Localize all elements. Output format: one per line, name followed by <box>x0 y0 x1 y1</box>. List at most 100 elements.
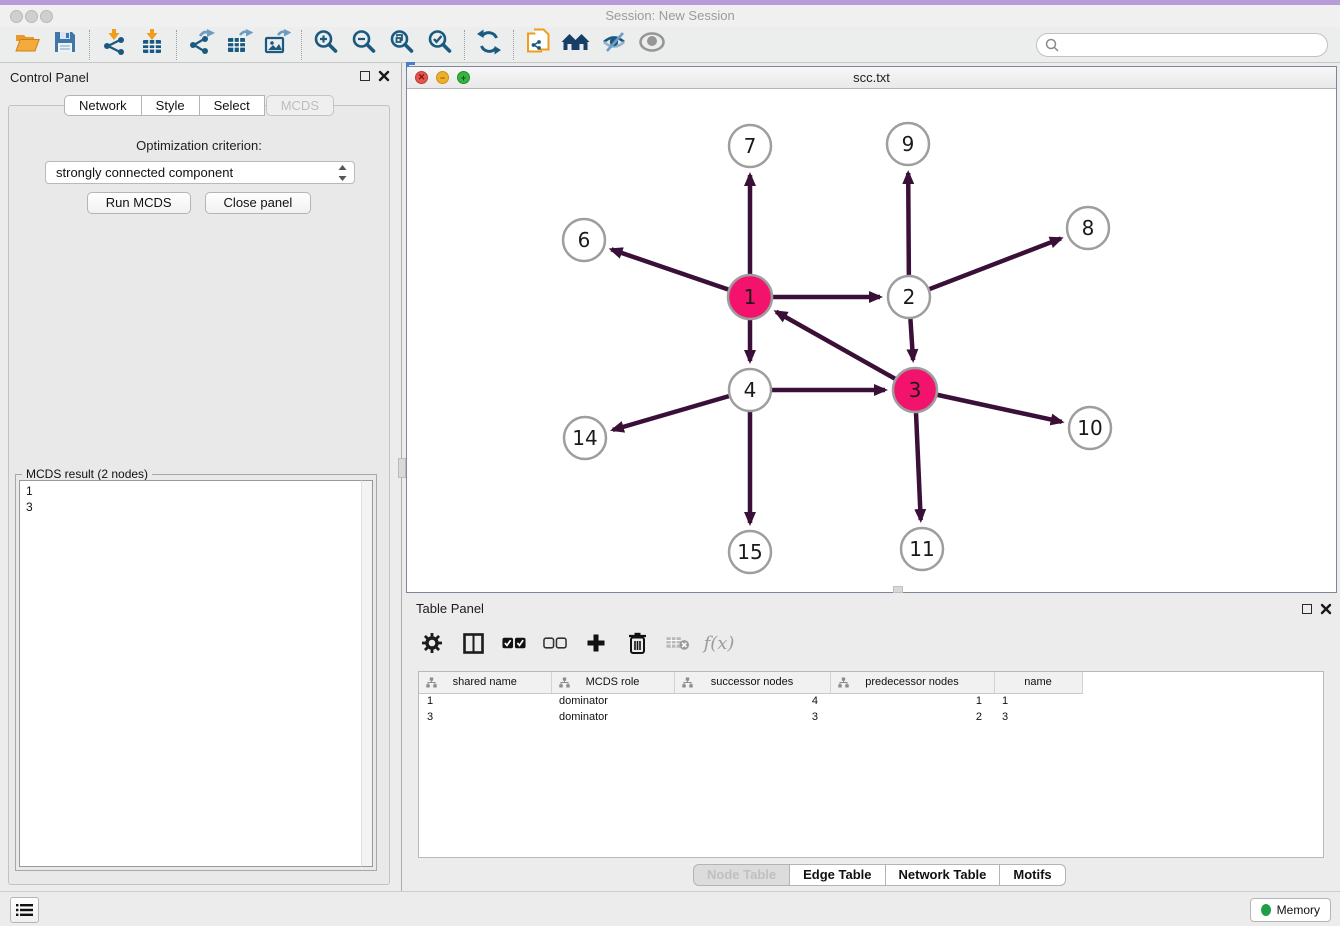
zoom-selected-button[interactable] <box>421 29 459 61</box>
close-panel-button[interactable]: Close panel <box>205 192 312 214</box>
table-header-row: shared name MCDS role successor nodes pr… <box>419 672 1082 693</box>
select-all-columns-button[interactable] <box>502 631 526 655</box>
graph-node-10[interactable]: 10 <box>1069 407 1111 449</box>
graph-node-2[interactable]: 2 <box>888 276 930 318</box>
table-cell[interactable]: 1 <box>994 693 1082 709</box>
criterion-dropdown[interactable]: strongly connected component <box>45 161 355 184</box>
export-network-button[interactable] <box>182 29 220 61</box>
column-layout-button[interactable] <box>461 631 485 655</box>
table-cell[interactable]: 3 <box>419 709 551 725</box>
search-input[interactable] <box>1036 33 1328 57</box>
graph-node-8[interactable]: 8 <box>1067 207 1109 249</box>
tab-motifs[interactable]: Motifs <box>1000 864 1065 886</box>
deselect-all-columns-button[interactable] <box>543 631 567 655</box>
graph-node-6[interactable]: 6 <box>563 219 605 261</box>
graph-node-1[interactable]: 1 <box>728 275 772 319</box>
column-header-shared-name[interactable]: shared name <box>419 672 551 693</box>
split-pane-icon <box>463 633 484 654</box>
graph-edge-3-10[interactable] <box>937 395 1061 422</box>
mcds-result-scrollbar[interactable] <box>361 480 373 867</box>
graph-edge-2-3[interactable] <box>910 319 913 360</box>
network-graph[interactable]: 7 9 6 8 1 2 4 3 14 10 15 11 <box>407 89 1336 592</box>
memory-button[interactable]: Memory <box>1250 898 1331 922</box>
show-all-networks-button[interactable] <box>557 29 595 61</box>
table-cell[interactable]: dominator <box>551 709 674 725</box>
tree-icon <box>838 677 849 691</box>
table-cell[interactable]: 3 <box>674 709 830 725</box>
graph-node-11[interactable]: 11 <box>901 528 943 570</box>
plus-icon <box>586 633 606 653</box>
vertical-splitter[interactable] <box>398 63 406 891</box>
column-header-successor-nodes[interactable]: successor nodes <box>674 672 830 693</box>
tab-edge-table[interactable]: Edge Table <box>790 864 885 886</box>
column-header-predecessor-nodes[interactable]: predecessor nodes <box>830 672 994 693</box>
duplicate-network-icon <box>526 28 551 61</box>
table-cell[interactable]: 1 <box>419 693 551 709</box>
export-image-button[interactable] <box>258 29 296 61</box>
column-header-mcds-role[interactable]: MCDS role <box>551 672 674 693</box>
splitter-grip[interactable] <box>398 458 406 478</box>
delete-row-button[interactable] <box>625 631 649 655</box>
import-table-icon <box>139 29 165 60</box>
hide-selected-button[interactable] <box>595 29 633 61</box>
table-row[interactable]: 3dominator323 <box>419 709 1082 725</box>
import-network-button[interactable] <box>95 29 133 61</box>
tab-style[interactable]: Style <box>142 95 200 116</box>
close-panel-icon[interactable] <box>378 70 390 82</box>
task-history-button[interactable] <box>10 897 39 923</box>
graph-edge-3-11[interactable] <box>916 413 921 520</box>
graph-edge-4-14[interactable] <box>613 396 729 430</box>
table-cell[interactable]: 1 <box>830 693 994 709</box>
zoom-in-button[interactable] <box>307 29 345 61</box>
table-cell[interactable]: 3 <box>994 709 1082 725</box>
graph-edge-2-8[interactable] <box>930 238 1061 289</box>
open-session-button[interactable] <box>8 29 46 61</box>
add-row-button[interactable] <box>584 631 608 655</box>
table-cell[interactable]: dominator <box>551 693 674 709</box>
houses-icon <box>561 30 591 59</box>
float-table-panel-icon[interactable] <box>1302 604 1312 614</box>
node-table-area[interactable]: shared name MCDS role successor nodes pr… <box>418 671 1324 858</box>
graph-node-15[interactable]: 15 <box>729 531 771 573</box>
mcds-result-text[interactable]: 1 3 <box>19 480 373 867</box>
graph-node-4[interactable]: 4 <box>729 369 771 411</box>
column-header-name[interactable]: name <box>994 672 1082 693</box>
memory-label: Memory <box>1277 903 1320 917</box>
show-hidden-button[interactable] <box>633 29 671 61</box>
graph-edge-2-9[interactable] <box>908 173 909 275</box>
delete-table-button[interactable] <box>666 631 690 655</box>
titlebar[interactable]: Session: New Session <box>0 5 1340 27</box>
run-mcds-button[interactable]: Run MCDS <box>87 192 191 214</box>
network-window-titlebar[interactable]: ✕ − + scc.txt <box>407 67 1336 89</box>
save-session-button[interactable] <box>46 29 84 61</box>
table-cell[interactable]: 2 <box>830 709 994 725</box>
graph-edge-3-1[interactable] <box>776 312 895 379</box>
tab-node-table[interactable]: Node Table <box>693 864 790 886</box>
graph-node-7[interactable]: 7 <box>729 125 771 167</box>
graph-node-9[interactable]: 9 <box>887 123 929 165</box>
zoom-fit-button[interactable] <box>383 29 421 61</box>
tree-icon <box>682 677 693 691</box>
tree-icon <box>559 677 570 691</box>
import-table-button[interactable] <box>133 29 171 61</box>
graph-node-14[interactable]: 14 <box>564 417 606 459</box>
tab-network-table[interactable]: Network Table <box>886 864 1001 886</box>
tab-mcds[interactable]: MCDS <box>266 95 334 116</box>
network-canvas[interactable]: 7 9 6 8 1 2 4 3 14 10 15 11 <box>407 89 1336 592</box>
table-cell[interactable]: 4 <box>674 693 830 709</box>
float-panel-icon[interactable] <box>360 71 370 81</box>
close-table-panel-icon[interactable] <box>1320 603 1332 615</box>
zoom-out-button[interactable] <box>345 29 383 61</box>
tab-network[interactable]: Network <box>64 95 142 116</box>
zoom-out-icon <box>351 29 377 60</box>
apply-function-button[interactable]: f(x) <box>707 631 731 655</box>
table-settings-button[interactable] <box>420 631 444 655</box>
graph-edge-1-6[interactable] <box>611 249 728 289</box>
horizontal-splitter-grip[interactable] <box>893 586 903 593</box>
export-table-button[interactable] <box>220 29 258 61</box>
apply-layout-button[interactable] <box>470 29 508 61</box>
tab-select[interactable]: Select <box>200 95 265 116</box>
graph-node-3[interactable]: 3 <box>893 368 937 412</box>
table-row[interactable]: 1dominator411 <box>419 693 1082 709</box>
duplicate-network-button[interactable] <box>519 29 557 61</box>
